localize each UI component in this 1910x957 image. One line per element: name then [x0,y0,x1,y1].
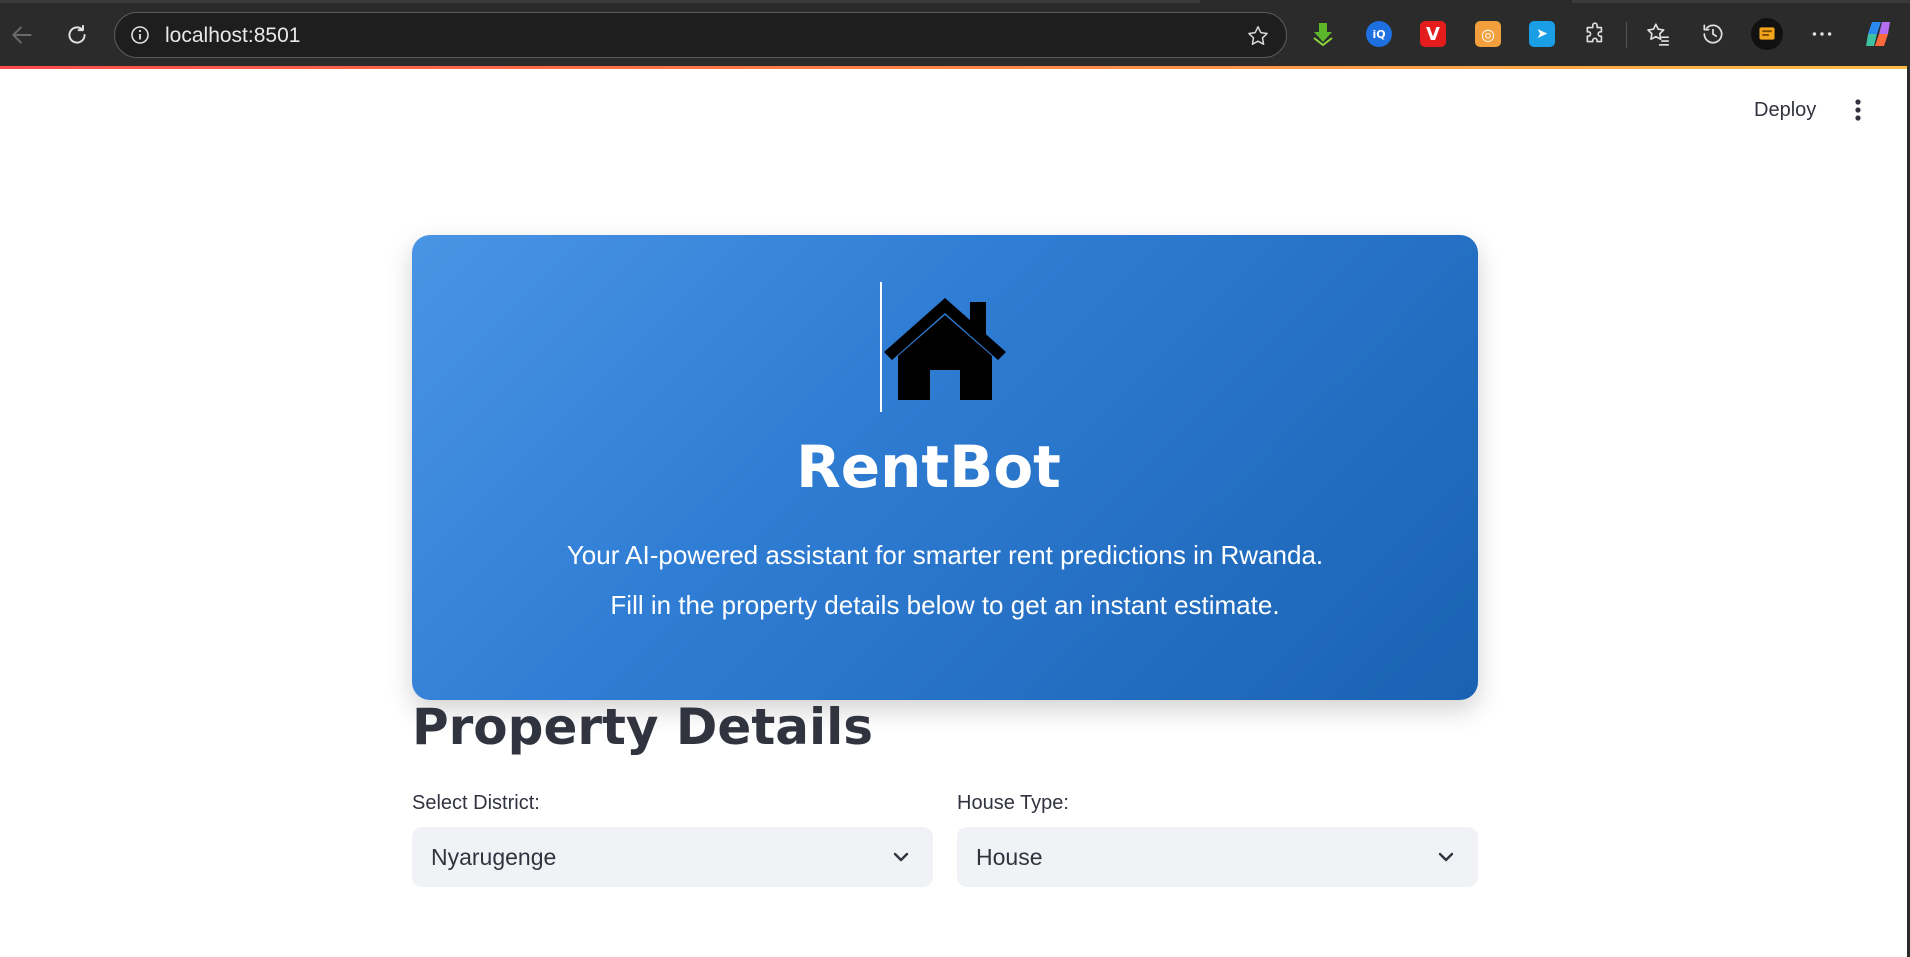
copilot-icon [1866,22,1890,46]
chevron-down-icon [889,845,913,869]
browser-toolbar: localhost:8501 iQ V ◎ ➤ [0,0,1910,66]
url-text[interactable]: localhost:8501 [165,24,300,48]
back-arrow-icon [12,26,32,44]
kebab-menu-icon [1855,99,1861,121]
district-selected-value: Nyarugenge [431,844,557,870]
info-icon [131,26,149,44]
house-type-label: House Type: [957,792,1069,814]
house-type-selected-value: House [976,844,1043,870]
property-details-heading: Property Details [412,698,874,756]
star-icon [1248,26,1268,45]
favorites-button[interactable] [1642,18,1674,50]
app-title: RentBot [796,433,1061,501]
hero-subtitle-line2: Fill in the property details below to ge… [610,590,1280,620]
page-viewport: Deploy RentBot Your AI-powered assistant… [0,66,1907,957]
browser-menu-button[interactable] [1806,18,1838,50]
house-icon [884,298,1006,400]
avatar-icon [1751,18,1783,50]
hero-subtitle-line1: Your AI-powered assistant for smarter re… [566,540,1324,570]
tab-strip [1572,0,1910,3]
chevron-down-icon [1434,845,1458,869]
reload-button[interactable] [60,18,94,52]
hero-banner: RentBot Your AI-powered assistant for sm… [412,235,1478,700]
profile-avatar[interactable] [1751,18,1783,50]
favorites-icon [1647,23,1669,46]
district-select[interactable]: Nyarugenge [412,827,933,887]
history-button[interactable] [1697,18,1729,50]
send-extension-icon[interactable]: ➤ [1529,21,1555,47]
history-icon [1703,24,1723,44]
download-extension-icon[interactable] [1310,21,1336,47]
house-type-select[interactable]: House [957,827,1478,887]
district-label: Select District: [412,792,540,814]
puzzle-icon [1586,22,1603,43]
deploy-button[interactable]: Deploy [1744,92,1826,128]
site-info-button[interactable] [129,24,151,46]
favorite-button[interactable] [1244,22,1272,50]
orange-extension-icon[interactable]: ◎ [1475,21,1501,47]
reload-icon [68,24,86,44]
download-arrow-icon [1313,23,1333,47]
extensions-button[interactable] [1580,18,1612,50]
copilot-button[interactable] [1862,18,1894,50]
iq-extension-icon[interactable]: iQ [1366,21,1392,47]
main-menu-button[interactable] [1843,92,1873,128]
address-bar[interactable]: localhost:8501 [114,12,1287,58]
app-top-decoration [0,66,1907,69]
back-button[interactable] [5,18,39,52]
tab-strip [0,0,1200,3]
more-icon [1812,32,1832,36]
toolbar-separator [1626,22,1627,48]
vivaldi-extension-icon[interactable]: V [1420,21,1446,47]
